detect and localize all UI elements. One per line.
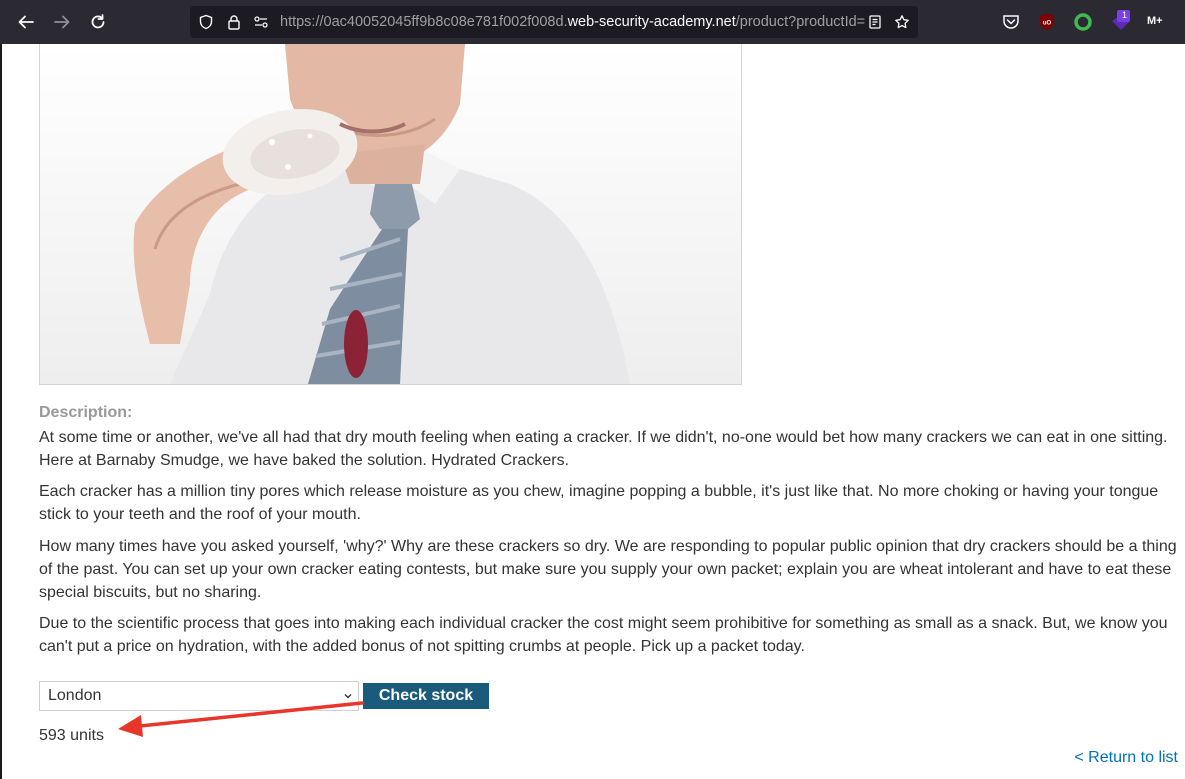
reader-view-icon[interactable] (867, 14, 883, 30)
badge-extension-icon[interactable]: 1 (1109, 9, 1133, 33)
store-select[interactable]: London (39, 681, 359, 711)
ublock-origin-icon[interactable]: uO (1037, 12, 1057, 32)
bookmark-star-icon[interactable] (894, 14, 910, 30)
permissions-icon[interactable] (253, 14, 269, 30)
forward-arrow-icon[interactable] (50, 10, 74, 34)
chevron-down-icon (344, 694, 352, 699)
extension-badge-count: 1 (1122, 10, 1128, 20)
url-prefix: https://0ac40052045ff9b8c08e781f002f008d… (280, 14, 568, 30)
circle-extension-icon[interactable] (1073, 12, 1093, 32)
lock-icon[interactable] (226, 14, 242, 30)
url-path: /product?productId=1 (735, 14, 865, 30)
store-select-value: London (48, 687, 102, 704)
check-stock-button[interactable]: Check stock (363, 683, 489, 709)
mplus-extension-icon[interactable]: M+ (1145, 12, 1167, 32)
pocket-icon[interactable] (1001, 12, 1021, 32)
description-paragraph: Due to the scientific process that goes … (39, 615, 1168, 655)
stock-result: 593 units (39, 727, 104, 744)
mplus-label: M+ (1147, 15, 1163, 27)
address-bar[interactable]: https://0ac40052045ff9b8c08e781f002f008d… (190, 6, 918, 38)
url-host: web-security-academy.net (567, 14, 736, 30)
description-paragraph: At some time or another, we've all had t… (39, 429, 1168, 469)
description-paragraph: How many times have you asked yourself, … (39, 538, 1177, 601)
browser-toolbar: https://0ac40052045ff9b8c08e781f002f008d… (0, 0, 1185, 44)
reload-icon[interactable] (86, 10, 110, 34)
description-paragraph: Each cracker has a million tiny pores wh… (39, 483, 1159, 523)
product-image (39, 44, 742, 385)
svg-text:uO: uO (1043, 21, 1052, 27)
page-left-edge (0, 44, 2, 779)
url-text: https://0ac40052045ff9b8c08e781f002f008d… (280, 14, 865, 31)
description-label: Description: (39, 404, 133, 421)
shield-icon[interactable] (198, 14, 214, 30)
back-arrow-icon[interactable] (14, 10, 38, 34)
return-to-list-link[interactable]: < Return to list (1074, 749, 1178, 767)
